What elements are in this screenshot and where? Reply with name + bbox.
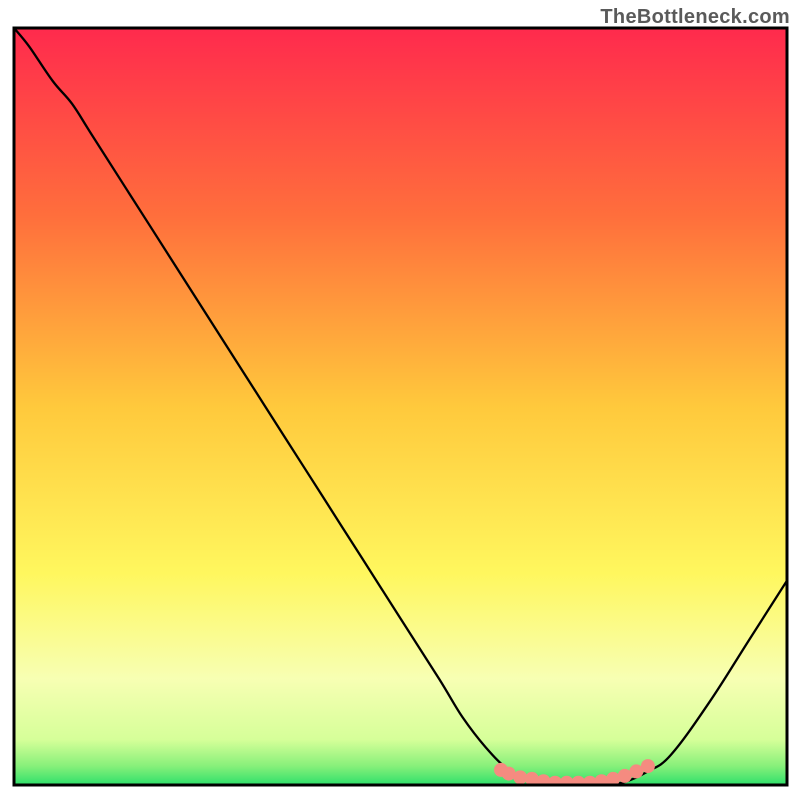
valley-marker [641, 759, 655, 773]
plot-background-gradient [14, 28, 787, 785]
chart-container: TheBottleneck.com [0, 0, 800, 800]
bottleneck-chart [0, 0, 800, 800]
